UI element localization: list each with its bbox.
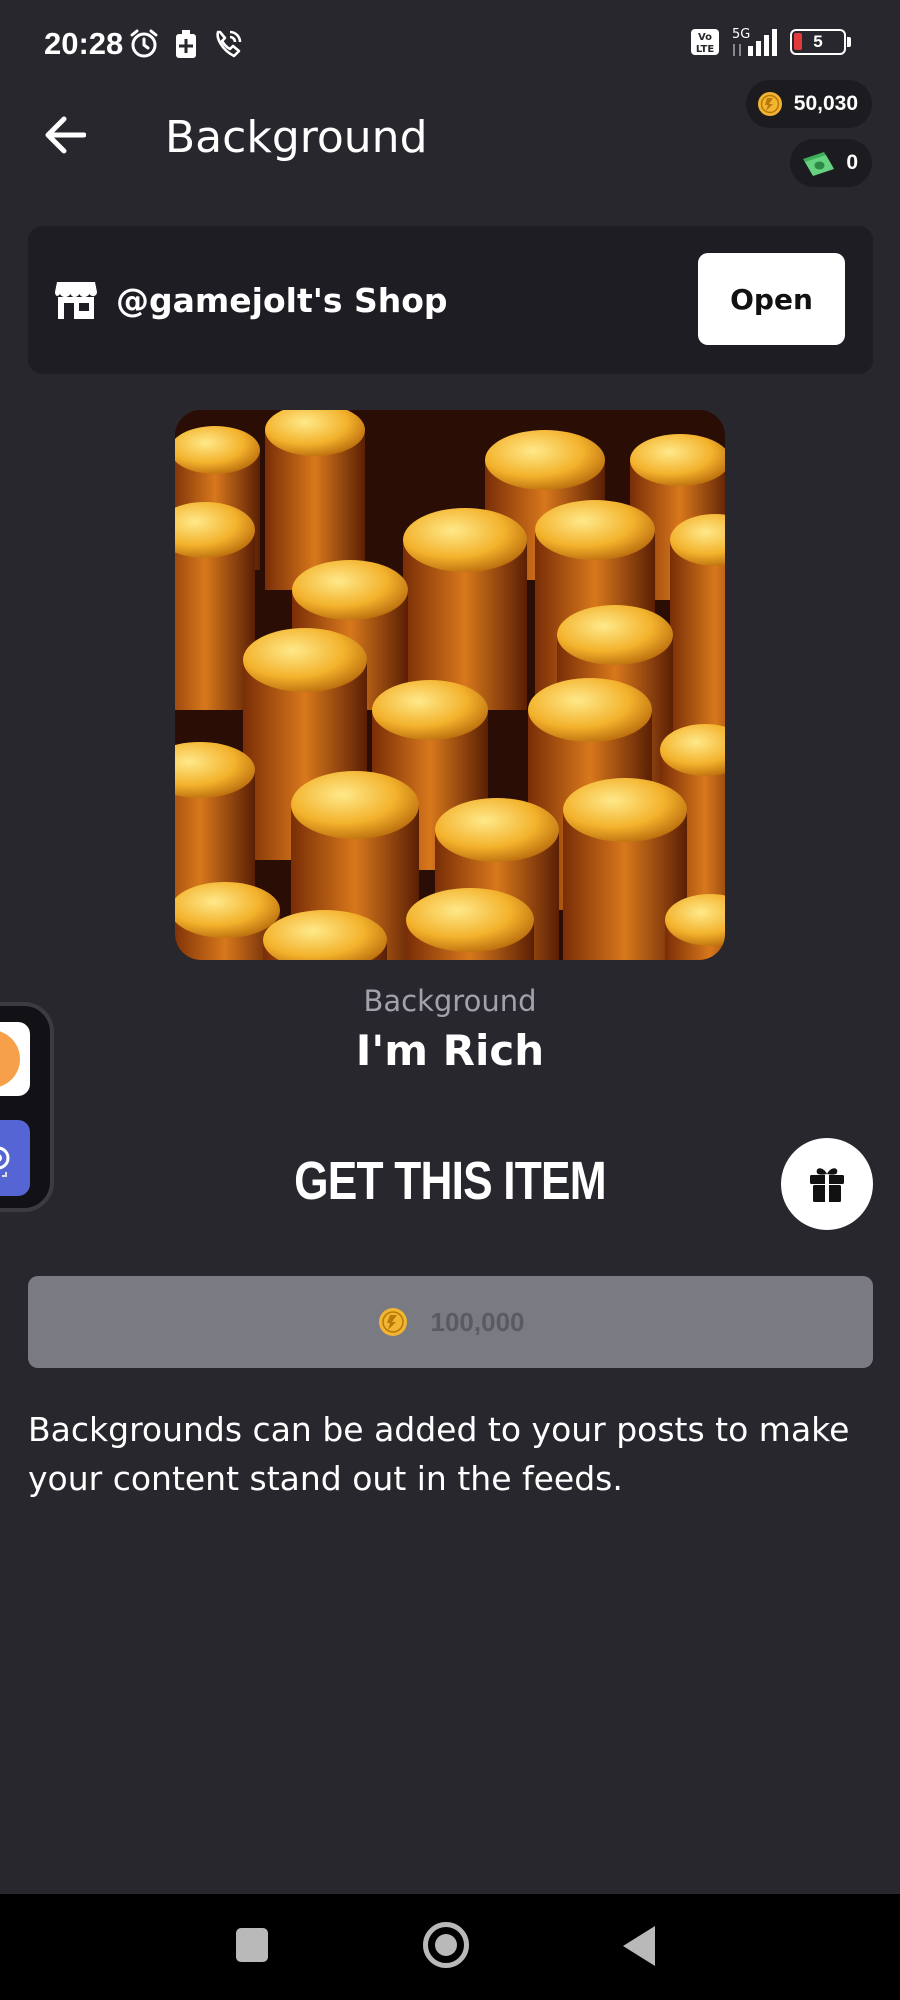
system-nav-bar xyxy=(0,1894,900,2000)
shop-card: @gamejolt's Shop Open xyxy=(28,226,873,374)
alarm-icon xyxy=(130,29,158,58)
recents-icon[interactable] xyxy=(236,1928,268,1962)
floating-side-widget[interactable] xyxy=(0,1002,54,1212)
gift-button[interactable] xyxy=(781,1138,873,1230)
battery-level: 5 xyxy=(813,32,823,51)
wifi-call-icon xyxy=(216,30,242,58)
item-description: Backgrounds can be added to your posts t… xyxy=(28,1410,850,1498)
home-icon[interactable] xyxy=(423,1922,469,1968)
signal-icon: 5G xyxy=(732,27,777,56)
status-bar: 20:28 Vo LTE 5G 5 xyxy=(0,0,900,90)
svg-text:5G: 5G xyxy=(732,27,750,42)
coin-icon xyxy=(378,1308,407,1336)
buy-price: 100,000 xyxy=(430,1306,525,1337)
buy-button[interactable]: 100,000 xyxy=(28,1276,873,1368)
cash-icon xyxy=(803,152,835,176)
status-icons-left xyxy=(128,28,244,60)
page-title: Background xyxy=(165,112,428,163)
battery-saver-icon xyxy=(176,30,196,58)
accessibility-button[interactable] xyxy=(0,1022,30,1096)
status-time: 20:28 xyxy=(44,26,124,61)
item-image xyxy=(175,410,725,960)
record-icon xyxy=(0,1146,10,1177)
gold-coins-image xyxy=(175,410,725,960)
accessibility-icon xyxy=(0,1030,20,1088)
arrow-left-icon xyxy=(45,116,86,154)
shop-name: @gamejolt's Shop xyxy=(116,281,448,320)
battery-icon: 5 xyxy=(790,29,851,55)
volte-icon: Vo LTE xyxy=(691,29,719,55)
cash-balance[interactable]: 0 xyxy=(790,139,872,187)
item-name: I'm Rich xyxy=(355,1026,545,1075)
status-icons-right: Vo LTE 5G 5 xyxy=(690,26,851,58)
back-button[interactable] xyxy=(40,110,90,160)
storefront-icon xyxy=(55,282,97,319)
coin-balance[interactable]: 50,030 xyxy=(745,80,872,128)
open-shop-button[interactable]: Open xyxy=(698,253,845,345)
screen-record-button[interactable] xyxy=(0,1120,30,1196)
item-type: Background xyxy=(363,984,537,1018)
back-icon[interactable] xyxy=(623,1926,655,1966)
svg-text:Vo: Vo xyxy=(698,32,712,43)
get-item-title: GET THIS ITEM xyxy=(294,1151,606,1211)
gift-icon xyxy=(810,1168,844,1202)
coin-balance-value: 50,030 xyxy=(793,92,858,115)
cash-balance-value: 0 xyxy=(846,151,858,174)
svg-text:LTE: LTE xyxy=(696,44,715,55)
coin-icon xyxy=(757,92,782,116)
